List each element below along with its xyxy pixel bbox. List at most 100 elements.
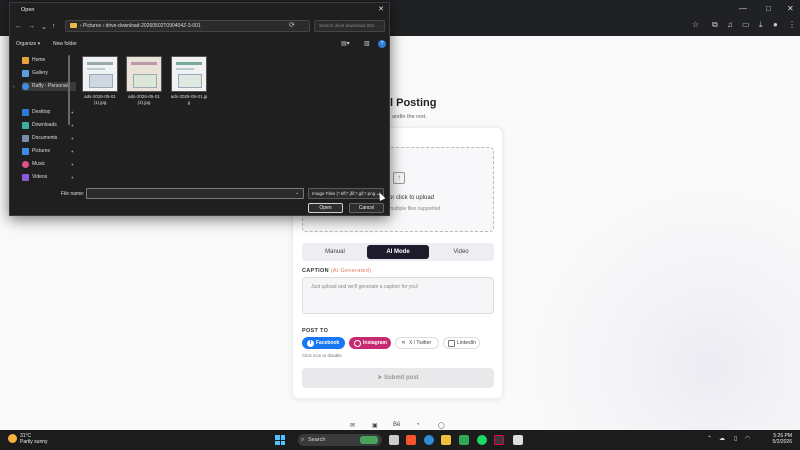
start-button[interactable]	[275, 435, 285, 445]
file-name-label: File name:	[61, 191, 85, 197]
home-icon	[22, 57, 29, 64]
pin-icon: ✦	[70, 123, 74, 128]
file-item[interactable]: ads-2026-05-01(2).jpg	[125, 56, 163, 106]
tab-video[interactable]: Video	[430, 245, 492, 259]
battery-icon[interactable]: ▯	[734, 435, 737, 442]
nav-item-label: Raffy - Personal	[32, 83, 68, 89]
media-control-icon[interactable]: ♫	[727, 20, 733, 29]
caption-textarea[interactable]: Just upload and we'll generate a caption…	[302, 277, 494, 314]
page-title: l Posting	[390, 97, 437, 109]
help-icon[interactable]: ?	[378, 40, 386, 48]
organize-menu[interactable]: Organize ▾	[16, 41, 40, 47]
chevron-right-icon[interactable]: ›	[13, 84, 15, 90]
platform-instagram-chip[interactable]: Instagram	[349, 337, 391, 349]
view-options-icon[interactable]: ▤▾	[341, 40, 350, 47]
menu-icon[interactable]: ⋮	[788, 20, 796, 29]
up-folder-icon[interactable]: ↑	[52, 23, 56, 30]
platform-label: LinkedIn	[457, 340, 476, 346]
chevron-down-icon[interactable]: ⌄	[295, 190, 299, 196]
nav-item-label: Downloads	[32, 122, 57, 128]
nav-item-documents[interactable]: Documents ✦	[22, 134, 76, 143]
navigation-pane: Home Gallery Raffy - Personal Desktop ✦ …	[10, 51, 76, 183]
dialog-close-button[interactable]: ✕	[378, 5, 384, 13]
refresh-icon[interactable]: ⟳	[289, 21, 295, 29]
profile-icon[interactable]: ●	[773, 20, 778, 29]
sidebar-icon[interactable]: ▭	[742, 20, 750, 29]
pin-icon: ✦	[70, 162, 74, 167]
address-bar[interactable]: › Pictures › drive-download-20260502T090…	[65, 20, 310, 32]
forward-icon[interactable]: →	[28, 23, 35, 30]
taskbar-search[interactable]: ⌕ Search	[298, 434, 382, 446]
download-icon[interactable]: ⤓	[759, 20, 763, 30]
platform-facebook-chip[interactable]: f Facebook	[302, 337, 345, 349]
app-icon[interactable]	[494, 435, 504, 445]
gallery-icon	[22, 70, 29, 77]
upload-subtext: multiple files supported	[389, 206, 441, 212]
github-icon[interactable]: ◔	[416, 422, 420, 428]
new-folder-button[interactable]: New folder	[53, 41, 77, 47]
linkedin-icon	[448, 340, 455, 347]
bookmark-star-icon[interactable]: ☆	[692, 20, 699, 29]
brave-browser-icon[interactable]	[406, 435, 416, 445]
open-button[interactable]: Open	[308, 203, 343, 213]
image-thumbnail	[126, 56, 162, 92]
nav-item-label: Pictures	[32, 148, 51, 154]
caption-label-text: CAPTION	[302, 268, 329, 274]
search-placeholder: Search drive-download-202...	[319, 23, 378, 28]
file-type-select[interactable]: Image Files (*.tiff;*.jfif;*.gif;*.png..…	[308, 188, 384, 199]
behance-icon[interactable]: Bē	[393, 422, 400, 428]
nav-item-videos[interactable]: Videos ✦	[22, 173, 76, 182]
file-item[interactable]: ads-2026-05-01.jpg	[170, 56, 208, 106]
platform-hint: Click icon to disable	[302, 353, 342, 358]
extensions-icon[interactable]: ⧉	[712, 20, 718, 30]
chrome-icon[interactable]	[424, 435, 434, 445]
tab-ai-mode[interactable]: AI Mode	[367, 245, 429, 259]
pictures-icon	[22, 148, 29, 155]
x-icon: ✕	[401, 340, 406, 346]
system-clock[interactable]: 5:26 PM 5/2/2026	[762, 433, 792, 445]
file-explorer-icon[interactable]	[441, 435, 451, 445]
caption-label: CAPTION (AI Generated)	[302, 268, 371, 274]
nav-item-label: Gallery	[32, 70, 48, 76]
search-highlight-icon	[360, 436, 378, 444]
app-icon[interactable]	[459, 435, 469, 445]
nav-item-label: Videos	[32, 174, 48, 180]
partly-sunny-icon	[8, 434, 17, 443]
nav-item-music[interactable]: Music ✦	[22, 160, 76, 169]
platform-linkedin-chip[interactable]: LinkedIn	[443, 337, 480, 349]
search-icon: ⌕	[301, 437, 305, 443]
spotify-icon[interactable]	[477, 435, 487, 445]
recent-locations-icon[interactable]: ⌄	[41, 23, 47, 31]
taskbar: 31°C Partly sunny ⌕ Search ⌃ ☁ ▯ ◠ 5:26 …	[0, 430, 800, 450]
folder-icon	[70, 23, 77, 29]
whatsapp-icon[interactable]: ◯	[438, 422, 445, 429]
linkedin-icon[interactable]: ▣	[372, 422, 378, 429]
mail-icon[interactable]: ✉	[350, 422, 355, 429]
submit-post-button[interactable]: ➤ Submit post	[302, 368, 494, 388]
file-open-dialog: Open ✕ ← → ⌄ ↑ › Pictures › drive-downlo…	[9, 2, 390, 216]
app-icon[interactable]	[513, 435, 523, 445]
wifi-icon[interactable]: ◠	[745, 435, 750, 442]
cancel-button[interactable]: Cancel	[349, 203, 384, 213]
nav-scrollbar[interactable]	[68, 55, 70, 125]
tab-manual[interactable]: Manual	[304, 245, 366, 259]
close-window-button[interactable]: ✕	[787, 4, 794, 14]
file-item[interactable]: ads-2026-05-01(1).jpg	[81, 56, 119, 106]
weather-widget[interactable]: 31°C Partly sunny	[8, 433, 48, 445]
dialog-search-input[interactable]: Search drive-download-202...	[314, 20, 385, 32]
taskbar-search-label: Search	[308, 437, 326, 443]
cloud-icon[interactable]: ☁	[719, 435, 725, 442]
post-to-label: POST TO	[302, 328, 329, 334]
upload-icon: ↑	[393, 172, 405, 184]
tray-chevron-icon[interactable]: ⌃	[707, 435, 712, 442]
address-path: › Pictures › drive-download-20260502T090…	[80, 23, 201, 29]
file-name-input[interactable]	[86, 188, 304, 199]
back-icon[interactable]: ←	[15, 23, 22, 30]
preview-pane-icon[interactable]: ▥	[364, 40, 370, 47]
task-view-icon[interactable]	[389, 435, 399, 445]
platform-twitter-chip[interactable]: ✕ X / Twitter	[395, 337, 439, 349]
weather-desc: Partly sunny	[20, 439, 48, 445]
nav-item-pictures[interactable]: Pictures ✦	[22, 147, 76, 156]
minimize-button[interactable]: —	[739, 4, 747, 14]
maximize-button[interactable]: □	[766, 4, 771, 14]
